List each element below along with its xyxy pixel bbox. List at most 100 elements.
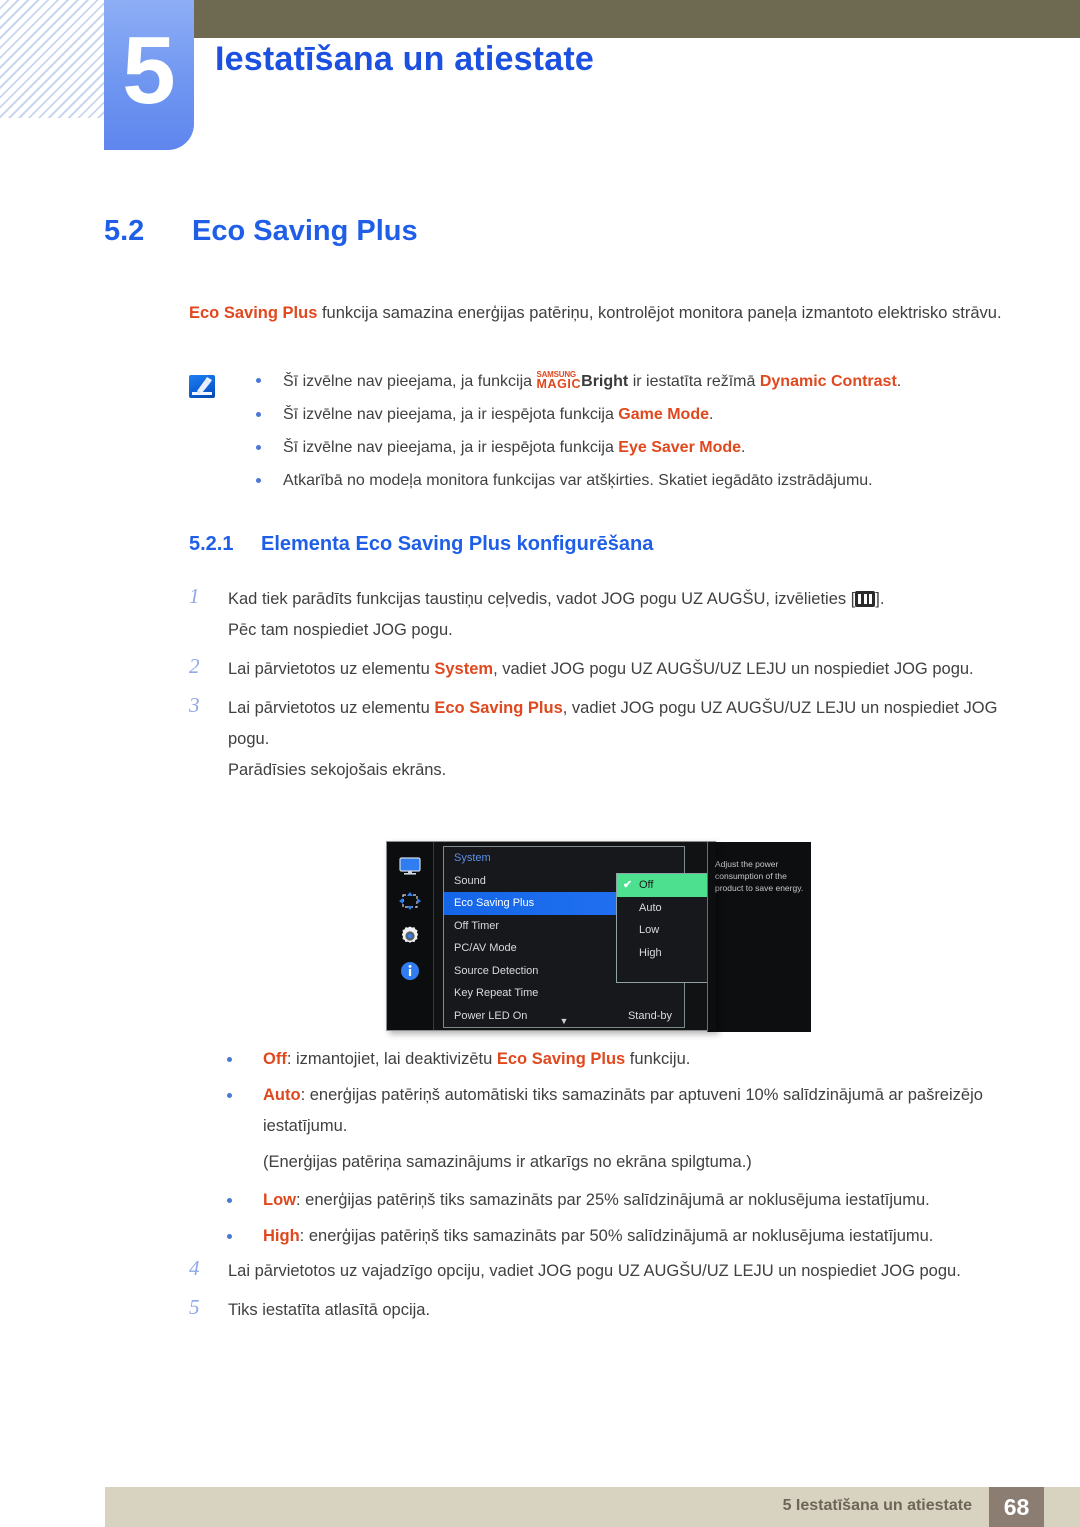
step-index: 5: [189, 1295, 200, 1319]
info-icon: [397, 960, 423, 982]
page-number: 68: [989, 1487, 1044, 1527]
osd-option-label: Off: [639, 879, 654, 891]
options-list: Off: izmantojiet, lai deaktivizētu Eco S…: [219, 1044, 1019, 1257]
magic-logo-bottom: MAGIC: [536, 377, 582, 391]
note-item: Šī izvēlne nav pieejama, ja ir iespējota…: [250, 403, 1020, 426]
step-index: 1: [189, 584, 200, 608]
chapter-number-tab: 5: [104, 0, 194, 150]
menu-bars-icon: [855, 591, 876, 607]
option-keyword: Off: [263, 1050, 287, 1068]
option-item-high: High: enerģijas patēriņš tiks samazināts…: [219, 1221, 1019, 1252]
gear-icon: [397, 925, 423, 947]
move-arrows-icon: [397, 890, 423, 912]
footer-chapter-label: 5 Iestatīšana un atiestate: [782, 1497, 972, 1514]
osd-menu-screenshot: System Sound Eco Saving Plus Off Timer P…: [386, 841, 811, 1032]
step-text: Kad tiek parādīts funkcijas taustiņu ceļ…: [228, 584, 1019, 615]
header-olive-bar: [192, 0, 1080, 38]
section-title-text: Eco Saving Plus: [192, 215, 418, 247]
step-item: 2 Lai pārvietotos uz elementu System, va…: [189, 654, 1019, 685]
bullet-dot: [227, 1234, 232, 1239]
step-index: 4: [189, 1256, 200, 1280]
option-subnote: (Enerģijas patēriņa samazinājums ir atka…: [263, 1153, 752, 1171]
option-keyword: Low: [263, 1191, 296, 1209]
step-item: 1 Kad tiek parādīts funkcijas taustiņu c…: [189, 584, 1019, 646]
scroll-down-icon[interactable]: ▼: [444, 1017, 684, 1026]
note-text-mid: ir iestatīta režīmā: [628, 373, 760, 390]
step-text-post: ].: [875, 590, 885, 608]
osd-row-key-repeat-time[interactable]: Key Repeat Time: [444, 982, 684, 1005]
note-text-post: .: [896, 373, 902, 390]
header-stripe-decoration: [0, 0, 118, 118]
note-text-pre: Šī izvēlne nav pieejama, ja funkcija: [283, 373, 537, 390]
monitor-icon: [397, 855, 423, 877]
note-keyword: Eye Saver Mode: [618, 439, 742, 456]
option-text-pre: : enerģijas patēriņš tiks samazināts par…: [296, 1191, 930, 1209]
bullet-dot: [256, 478, 261, 483]
bullet-dot: [227, 1057, 232, 1062]
step-extra: Pēc tam nospiediet JOG pogu.: [228, 621, 453, 639]
step-item: 4 Lai pārvietotos uz vajadzīgo opciju, v…: [189, 1256, 1029, 1287]
osd-menu-header: System: [454, 852, 491, 864]
note-item: Šī izvēlne nav pieejama, ja ir iespējota…: [250, 436, 1020, 459]
option-keyword: Auto: [263, 1086, 301, 1104]
note-text-pre: Šī izvēlne nav pieejama, ja ir iespējota…: [283, 439, 619, 456]
option-keyword-2: Eco Saving Plus: [496, 1050, 626, 1068]
section-heading: 5.2 Eco Saving Plus: [104, 215, 418, 248]
note-text-post: .: [741, 439, 746, 456]
step-index: 2: [189, 654, 200, 678]
osd-option-label: High: [639, 946, 662, 959]
option-text-pre: : enerģijas patēriņš tiks samazināts par…: [299, 1227, 934, 1245]
step-keyword: Eco Saving Plus: [434, 699, 563, 717]
note-keyword: Game Mode: [618, 406, 709, 423]
samsung-magic-logo: SAMSUNG MAGIC: [536, 371, 582, 391]
option-text-pre: : izmantojiet, lai deaktivizētu: [286, 1050, 497, 1068]
note-text-post: .: [708, 406, 714, 423]
subsection-title-text: Elementa Eco Saving Plus konfigurēšana: [261, 533, 654, 555]
osd-icon-rail: [387, 842, 434, 1030]
option-item-auto: Auto: enerģijas patēriņš automātiski tik…: [219, 1080, 1019, 1142]
step-item: 3 Lai pārvietotos uz elementu Eco Saving…: [189, 693, 1019, 786]
intro-paragraph: Eco Saving Plus funkcija samazina enerģi…: [189, 298, 1014, 329]
option-text-post: funkciju.: [625, 1050, 691, 1068]
option-item-off: Off: izmantojiet, lai deaktivizētu Eco S…: [219, 1044, 1019, 1075]
step-keyword: System: [434, 660, 494, 678]
document-page: 5 Iestatīšana un atiestate 5.2 Eco Saving…: [0, 0, 1080, 1527]
note-pencil-icon: [189, 375, 215, 398]
option-keyword: High: [263, 1227, 300, 1245]
checkmark-icon: ✔: [623, 879, 633, 891]
chapter-title: Iestatīšana un atiestate: [215, 40, 594, 78]
osd-description-panel: Adjust the power consumption of the prod…: [707, 842, 811, 1032]
osd-option-label: Low: [639, 924, 660, 936]
note-text-pre: Atkarībā no modeļa monitora funkcijas va…: [283, 472, 873, 489]
step-text: Lai pārvietotos uz elementu System, vadi…: [228, 654, 1019, 685]
steps-list: 1 Kad tiek parādīts funkcijas taustiņu c…: [189, 584, 1019, 794]
bullet-dot: [256, 378, 261, 383]
subsection-number: 5.2.1: [189, 533, 234, 555]
option-item-low: Low: enerģijas patēriņš tiks samazināts …: [219, 1185, 1019, 1216]
notes-list: Šī izvēlne nav pieejama, ja funkcija SAM…: [250, 369, 1020, 502]
osd-option-label: Auto: [639, 901, 662, 914]
step-text: Lai pārvietotos uz vajadzīgo opciju, vad…: [228, 1262, 961, 1280]
bullet-dot: [256, 412, 261, 417]
bullet-dot: [227, 1198, 232, 1203]
note-text-pre: Šī izvēlne nav pieejama, ja ir iespējota…: [283, 406, 619, 423]
section-number: 5.2: [104, 215, 145, 247]
intro-keyword: Eco Saving Plus: [189, 304, 318, 322]
step-text-pre: Kad tiek parādīts funkcijas taustiņu ceļ…: [228, 590, 856, 608]
step-text-pre: Lai pārvietotos uz elementu: [228, 660, 435, 678]
steps-list-end: 4 Lai pārvietotos uz vajadzīgo opciju, v…: [189, 1256, 1029, 1334]
note-item: Atkarībā no modeļa monitora funkcijas va…: [250, 469, 1020, 492]
option-text-pre: : enerģijas patēriņš automātiski tiks sa…: [263, 1086, 983, 1135]
step-text: Lai pārvietotos uz elementu Eco Saving P…: [228, 693, 1019, 755]
step-text-post: , vadiet JOG pogu UZ AUGŠU/UZ LEJU un no…: [493, 660, 974, 678]
bullet-dot: [256, 445, 261, 450]
subsection-heading: 5.2.1 Elementa Eco Saving Plus konfigurēš…: [189, 533, 653, 556]
osd-menu-list: System Sound Eco Saving Plus Off Timer P…: [443, 846, 751, 1028]
bullet-dot: [227, 1093, 232, 1098]
step-text: Tiks iestatīta atlasītā opcija.: [228, 1301, 431, 1319]
magicbright-suffix: Bright: [581, 373, 629, 390]
step-item: 5 Tiks iestatīta atlasītā opcija.: [189, 1295, 1029, 1326]
note-item: Šī izvēlne nav pieejama, ja funkcija SAM…: [250, 369, 1020, 393]
chapter-number: 5: [122, 17, 176, 124]
step-index: 3: [189, 693, 200, 717]
